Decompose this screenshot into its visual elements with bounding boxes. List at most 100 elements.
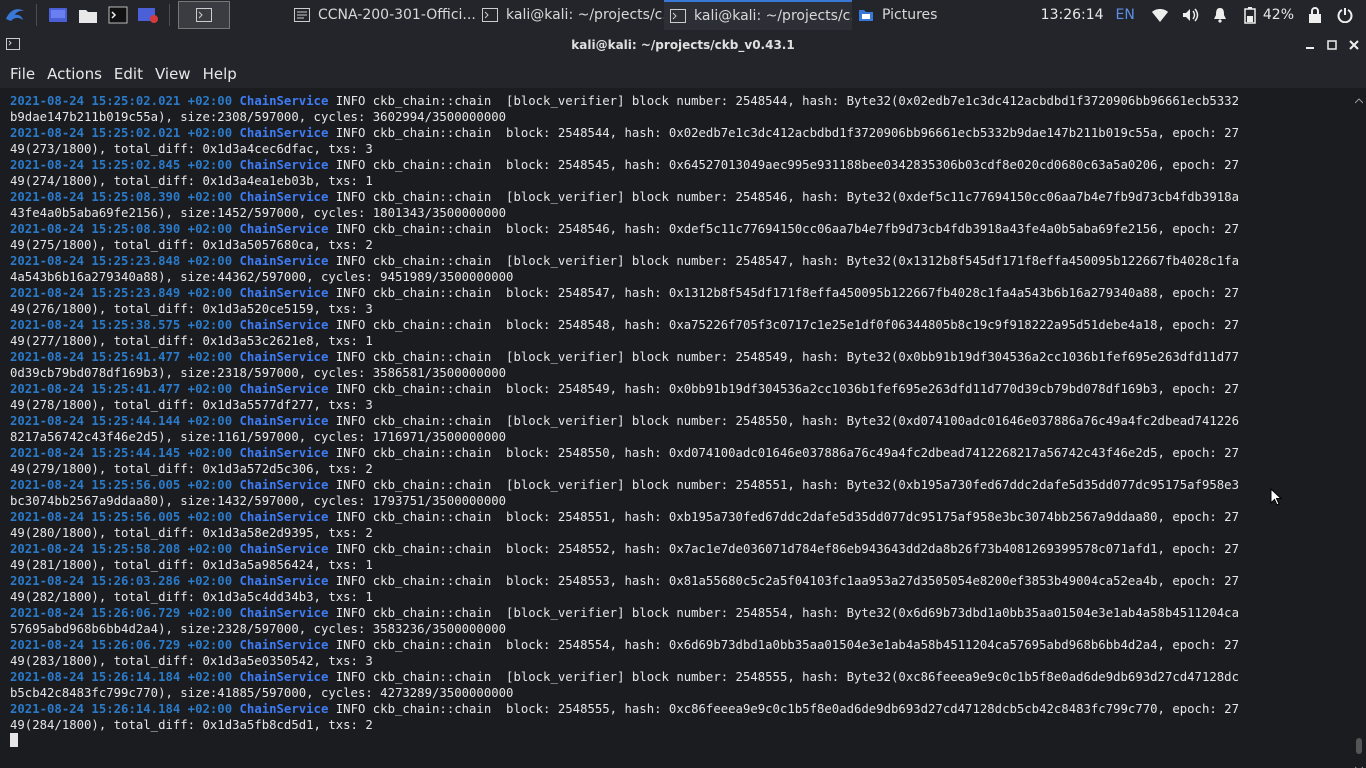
terminal-line: 2021-08-24 15:25:44.144 +02:00 ChainServ…	[10, 413, 1239, 429]
terminal-line: 49(283/1800), total_diff: 0x1d3a5e035054…	[10, 653, 1239, 669]
terminal-launcher-icon[interactable]	[105, 3, 131, 27]
wifi-icon[interactable]	[1151, 6, 1169, 24]
log-continuation: 49(284/1800), total_diff: 0x1d3a5fb8cd5d…	[10, 718, 373, 732]
terminal-line: 49(274/1800), total_diff: 0x1d3a4ea1eb03…	[10, 173, 1239, 189]
taskbar-item-label: kali@kali: ~/projects/c...	[694, 8, 852, 24]
log-message: INFO ckb_chain::chain block: 2548550, ha…	[328, 446, 1239, 460]
log-continuation: 49(280/1800), total_diff: 0x1d3a58e2d939…	[10, 526, 373, 540]
terminal-line: 49(281/1800), total_diff: 0x1d3a5a985642…	[10, 557, 1239, 573]
terminal-scrollbar[interactable]	[1352, 88, 1366, 768]
close-icon[interactable]	[1348, 39, 1360, 51]
terminal-line: 49(273/1800), total_diff: 0x1d3a4cec6dfa…	[10, 141, 1239, 157]
log-service: ChainService	[239, 670, 329, 684]
log-service: ChainService	[239, 638, 329, 652]
log-continuation: b5cb42c8483fc799c770), size:41885/597000…	[10, 686, 514, 700]
log-timestamp: 2021-08-24 15:26:06.729 +02:00	[10, 606, 233, 620]
log-timestamp: 2021-08-24 15:25:02.021 +02:00	[10, 126, 233, 140]
terminal-line: 0d39cb79bd078df169b3), size:2318/597000,…	[10, 365, 1239, 381]
log-service: ChainService	[239, 350, 329, 364]
log-service: ChainService	[239, 414, 329, 428]
log-message: INFO ckb_chain::chain [block_verifier] b…	[328, 350, 1239, 364]
log-service: ChainService	[239, 574, 329, 588]
terminal-line: 2021-08-24 15:26:14.184 +02:00 ChainServ…	[10, 669, 1239, 685]
volume-icon[interactable]	[1181, 6, 1199, 24]
log-continuation: 49(274/1800), total_diff: 0x1d3a4ea1eb03…	[10, 174, 373, 188]
log-timestamp: 2021-08-24 15:25:58.208 +02:00	[10, 542, 233, 556]
show-desktop-icon[interactable]	[45, 3, 71, 27]
battery-icon[interactable]	[1241, 6, 1259, 24]
log-service: ChainService	[239, 382, 329, 396]
log-continuation: bc3074bb2567a9ddaa80), size:1432/597000,…	[10, 494, 507, 508]
log-service: ChainService	[239, 542, 329, 556]
taskbar-item-terminal-2[interactable]: kali@kali: ~/projects/c...	[664, 0, 852, 30]
terminal-line: 2021-08-24 15:25:08.390 +02:00 ChainServ…	[10, 189, 1239, 205]
top-panel: CCNA-200-301-Offici... kali@kali: ~/proj…	[0, 0, 1366, 30]
terminal-line: 2021-08-24 15:25:23.849 +02:00 ChainServ…	[10, 285, 1239, 301]
terminal-line: 2021-08-24 15:25:02.021 +02:00 ChainServ…	[10, 125, 1239, 141]
log-message: INFO ckb_chain::chain [block_verifier] b…	[328, 414, 1239, 428]
log-message: INFO ckb_chain::chain [block_verifier] b…	[328, 606, 1239, 620]
log-service: ChainService	[239, 446, 329, 460]
file-manager-icon[interactable]	[75, 3, 101, 27]
terminal-line: 2021-08-24 15:25:56.005 +02:00 ChainServ…	[10, 509, 1239, 525]
workspace-button[interactable]	[178, 1, 230, 29]
minimize-icon[interactable]	[1304, 39, 1316, 51]
taskbar-item-label: Pictures	[882, 7, 938, 23]
log-timestamp: 2021-08-24 15:25:23.849 +02:00	[10, 286, 233, 300]
logout-icon[interactable]	[1336, 6, 1354, 24]
taskbar-item-pictures[interactable]: Pictures	[852, 0, 962, 30]
log-message: INFO ckb_chain::chain block: 2548555, ha…	[328, 702, 1239, 716]
log-continuation: 49(282/1800), total_diff: 0x1d3a5c4dd34b…	[10, 590, 373, 604]
log-continuation: 0d39cb79bd078df169b3), size:2318/597000,…	[10, 366, 507, 380]
log-message: INFO ckb_chain::chain block: 2548545, ha…	[328, 158, 1239, 172]
terminal-line: 2021-08-24 15:26:03.286 +02:00 ChainServ…	[10, 573, 1239, 589]
menu-view[interactable]: View	[149, 65, 197, 83]
menu-help[interactable]: Help	[197, 65, 243, 83]
log-continuation: 8217a56742c43f46e2d5), size:1161/597000,…	[10, 430, 507, 444]
text-cursor	[10, 733, 18, 747]
terminal-line: bc3074bb2567a9ddaa80), size:1432/597000,…	[10, 493, 1239, 509]
clock[interactable]: 13:26:14	[1041, 7, 1104, 23]
terminal-lines: 2021-08-24 15:25:02.021 +02:00 ChainServ…	[10, 93, 1239, 749]
menu-edit[interactable]: Edit	[108, 65, 149, 83]
menu-bar: File Actions Edit View Help	[0, 60, 1366, 88]
log-service: ChainService	[239, 126, 329, 140]
log-timestamp: 2021-08-24 15:25:56.005 +02:00	[10, 478, 233, 492]
log-timestamp: 2021-08-24 15:26:06.729 +02:00	[10, 638, 233, 652]
log-timestamp: 2021-08-24 15:25:08.390 +02:00	[10, 190, 233, 204]
terminal-line: 2021-08-24 15:25:56.005 +02:00 ChainServ…	[10, 477, 1239, 493]
log-continuation: b9dae147b211b019c55a), size:2308/597000,…	[10, 110, 507, 124]
taskbar-item-terminal-1[interactable]: kali@kali: ~/projects/c...	[476, 0, 664, 30]
notifications-icon[interactable]	[1211, 6, 1229, 24]
terminal-line: 49(276/1800), total_diff: 0x1d3a520ce515…	[10, 301, 1239, 317]
lock-icon[interactable]	[1306, 6, 1324, 24]
terminal-line: 2021-08-24 15:26:14.184 +02:00 ChainServ…	[10, 701, 1239, 717]
log-message: INFO ckb_chain::chain [block_verifier] b…	[328, 478, 1239, 492]
log-service: ChainService	[239, 702, 329, 716]
terminal-output[interactable]: 2021-08-24 15:25:02.021 +02:00 ChainServ…	[0, 88, 1352, 768]
scroll-up-icon[interactable]	[1354, 90, 1364, 104]
screen-recorder-icon[interactable]	[135, 3, 161, 27]
log-continuation: 43fe4a0b5aba69fe2156), size:1452/597000,…	[10, 206, 507, 220]
log-timestamp: 2021-08-24 15:25:44.145 +02:00	[10, 446, 233, 460]
log-continuation: 4a543b6b16a279340a88), size:44362/597000…	[10, 270, 514, 284]
panel-separator	[169, 4, 170, 26]
terminal-prompt-line[interactable]	[10, 733, 1239, 749]
terminal-line: 49(279/1800), total_diff: 0x1d3a572d5c30…	[10, 461, 1239, 477]
window-titlebar[interactable]: kali@kali: ~/projects/ckb_v0.43.1	[0, 30, 1366, 60]
terminal-line: 2021-08-24 15:25:38.575 +02:00 ChainServ…	[10, 317, 1239, 333]
terminal-line: 57695abd968b6bb4d2a4), size:2328/597000,…	[10, 621, 1239, 637]
keyboard-layout[interactable]: EN	[1116, 7, 1135, 23]
log-continuation: 49(275/1800), total_diff: 0x1d3a5057680c…	[10, 238, 373, 252]
log-message: INFO ckb_chain::chain [block_verifier] b…	[328, 94, 1239, 108]
log-continuation: 49(281/1800), total_diff: 0x1d3a5a985642…	[10, 558, 373, 572]
log-timestamp: 2021-08-24 15:25:56.005 +02:00	[10, 510, 233, 524]
maximize-icon[interactable]	[1326, 39, 1338, 51]
kali-menu-icon[interactable]	[0, 0, 30, 30]
taskbar-item-browser[interactable]: CCNA-200-301-Offici...	[288, 0, 476, 30]
menu-file[interactable]: File	[4, 65, 41, 83]
scroll-down-icon[interactable]	[1354, 758, 1364, 768]
menu-actions[interactable]: Actions	[41, 65, 108, 83]
terminal-line: 43fe4a0b5aba69fe2156), size:1452/597000,…	[10, 205, 1239, 221]
scrollbar-thumb[interactable]	[1356, 738, 1362, 754]
